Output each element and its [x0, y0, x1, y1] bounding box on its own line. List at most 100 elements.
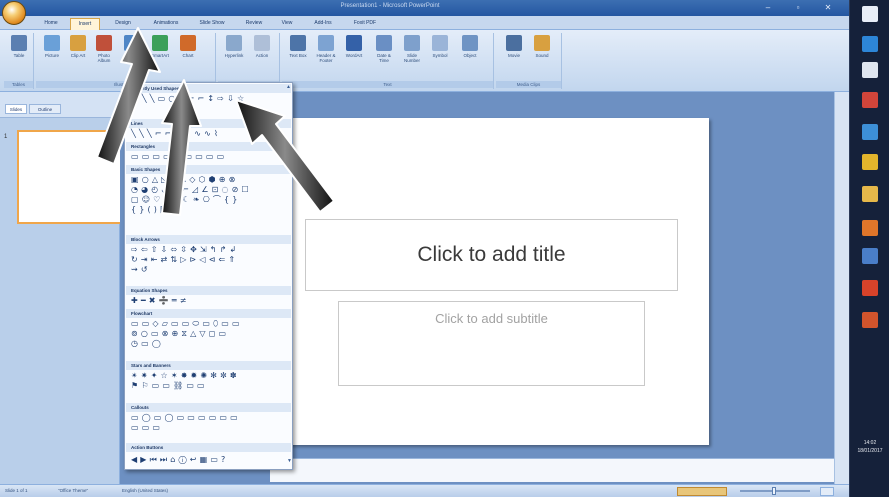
maximize-button[interactable]: ▫ — [790, 2, 806, 13]
shapes-button[interactable]: Shapes — [120, 35, 144, 79]
gallery-row[interactable]: ◔ ◕ ◴ ◡ ▤ ⌐ ◿ ∠ ⊡ ◌ ⊘ ☐ — [131, 185, 249, 194]
folder-icon[interactable] — [862, 186, 878, 202]
ribbon-tabs: Home Insert Design Animations Slide Show… — [0, 16, 849, 30]
gallery-row[interactable]: ▭ ▭ ◇ ▱ ▭ ▭ ⬭ ▭ ⬯ ▭ ▭ — [131, 319, 240, 328]
tab-slides[interactable]: Slides — [5, 104, 27, 114]
gallery-row[interactable]: ▢ ☺ ♡ ⚡ ☼ ☾ ❧ ⎔ ⌒ { } — [131, 195, 238, 204]
table-icon — [11, 35, 27, 51]
tab-view[interactable]: View — [274, 18, 300, 30]
fit-to-window-button[interactable] — [820, 487, 834, 496]
windows-icon[interactable] — [862, 6, 878, 22]
office-button[interactable] — [2, 1, 26, 25]
clock-date[interactable]: 18/01/2017 — [852, 448, 888, 454]
monitor-icon[interactable] — [862, 248, 878, 264]
zoom-slider-thumb[interactable] — [772, 487, 776, 495]
status-bar: Slide 1 of 1 "Office Theme" English (Uni… — [0, 484, 849, 497]
app-red-icon[interactable] — [862, 92, 878, 108]
picture-button[interactable]: Picture — [40, 35, 64, 79]
gallery-row[interactable]: ◷ ▭ ◯ — [131, 339, 161, 348]
store-icon[interactable] — [862, 62, 878, 78]
tab-home[interactable]: Home — [36, 18, 66, 30]
gallery-row[interactable]: ⊚ ○ ▭ ⊗ ⊕ ⧖ △ ▽ ◻ ▭ — [131, 329, 226, 338]
chrome-icon[interactable] — [862, 154, 878, 170]
action-icon — [254, 35, 270, 51]
table-button[interactable]: Table — [7, 35, 31, 79]
header-footer-button[interactable]: Header & Footer — [314, 35, 338, 79]
gallery-row[interactable]: ✚ ━ ✖ ➗ ═ ≠ — [131, 296, 187, 305]
action-button[interactable]: Action — [250, 35, 274, 79]
clip-art-button[interactable]: Clip Art — [66, 35, 90, 79]
mail-icon[interactable] — [862, 124, 878, 140]
clip-art-icon — [70, 35, 86, 51]
hyperlink-icon — [226, 35, 242, 51]
tab-review[interactable]: Review — [238, 18, 270, 30]
photo-album-button[interactable]: Photo Album — [92, 35, 116, 79]
title-placeholder[interactable]: Click to add title — [305, 219, 678, 291]
date-time-button[interactable]: Date & Time — [372, 35, 396, 79]
tab-add-ins[interactable]: Add-Ins — [306, 18, 340, 30]
close-button[interactable]: ✕ — [820, 2, 836, 13]
hyperlink-button[interactable]: Hyperlink — [222, 35, 246, 79]
windows-taskbar: 14:02 18/01/2017 — [849, 0, 889, 497]
section-lines: Lines — [126, 119, 291, 128]
status-theme: "Office Theme" — [58, 488, 89, 493]
office-icon[interactable] — [862, 280, 878, 296]
gallery-row[interactable]: ▭ ╲ ╲ ▭ ○ △ ⌐ ⌐ ↕ ⇨ ⇩ ☆ — [131, 94, 244, 103]
gallery-row[interactable]: ▭ ▭ ▭ ▭ ▭ ▭ ▭ ▭ ▭ — [131, 152, 224, 161]
tab-design[interactable]: Design — [106, 18, 140, 30]
minimize-button[interactable]: – — [760, 2, 776, 13]
gallery-row[interactable]: ╲ ╲ ╲ ⌐ ⌐ ↳ ↳ ∿ ∿ ⌇ — [131, 129, 218, 138]
title-bar: Presentation1 - Microsoft PowerPoint – ▫… — [0, 0, 849, 16]
sound-button[interactable]: Sound — [530, 35, 554, 79]
gallery-row[interactable]: ⇨ ⇦ ⇧ ⇩ ⬄ ⇳ ✥ ⇲ ↰ ↱ ↲ — [131, 245, 236, 254]
group-illustrations: Picture Clip Art Photo Album Shapes Smar… — [36, 33, 216, 89]
symbol-button[interactable]: Symbol — [428, 35, 452, 79]
picture-icon — [44, 35, 60, 51]
section-recently-used: Recently Used Shapes — [126, 84, 291, 93]
status-language[interactable]: English (United States) — [122, 488, 168, 493]
text-box-icon — [290, 35, 306, 51]
tab-slide-show[interactable]: Slide Show — [192, 18, 232, 30]
tab-insert[interactable]: Insert — [70, 18, 100, 30]
powerpoint-icon[interactable] — [862, 312, 878, 328]
tab-foxit-pdf[interactable]: Foxit PDF — [346, 18, 384, 30]
chart-button[interactable]: Chart — [176, 35, 200, 79]
photo-album-icon — [96, 35, 112, 51]
slide-number-icon — [404, 35, 420, 51]
orange-app-icon[interactable] — [862, 220, 878, 236]
slide-thumbnail[interactable] — [17, 130, 122, 224]
movie-button[interactable]: Movie — [502, 35, 526, 79]
text-box-button[interactable]: Text Box — [286, 35, 310, 79]
gallery-scroll-down-icon[interactable]: ▼ — [287, 458, 293, 464]
tab-animations[interactable]: Animations — [146, 18, 186, 30]
gallery-row[interactable]: ▣ ○ △ ◺ ▱ ⏢ ◇ ⬡ ⬢ ⊕ ⊗ — [131, 175, 236, 184]
section-equation-shapes: Equation Shapes — [126, 286, 291, 295]
gallery-row[interactable]: ▭ ◯ ▭ ◯ ▭ ▭ ▭ ▭ ▭ ▭ — [131, 413, 238, 422]
symbol-icon — [432, 35, 448, 51]
gallery-row[interactable]: ⇝ ↺ — [131, 265, 148, 274]
edge-icon[interactable] — [862, 36, 878, 52]
object-button[interactable]: Object — [458, 35, 482, 79]
gallery-row[interactable]: { } ( ) [ ] — [131, 205, 170, 214]
tab-outline[interactable]: Outline — [29, 104, 61, 114]
gallery-scroll-up-icon[interactable]: ▲ — [286, 84, 292, 90]
gallery-row[interactable]: ◀ ▶ ⏮ ⏭ ⌂ ⓘ ↩ ▦ ▭ ? — [131, 455, 226, 464]
clock-time[interactable]: 14:02 — [852, 440, 888, 446]
smartart-button[interactable]: SmartArt — [148, 35, 172, 79]
wordart-button[interactable]: WordArt — [342, 35, 366, 79]
slide-canvas[interactable]: Click to add title Click to add subtitle — [270, 118, 709, 445]
subtitle-placeholder[interactable]: Click to add subtitle — [338, 301, 645, 386]
sound-icon — [534, 35, 550, 51]
slide-number-button[interactable]: Slide Number — [400, 35, 424, 79]
gallery-row[interactable]: ▭ ▭ ▭ — [131, 423, 160, 432]
vertical-scrollbar[interactable] — [834, 92, 849, 484]
movie-icon — [506, 35, 522, 51]
gallery-row[interactable]: ↻ ⇥ ⇤ ⇄ ⇅ ▷ ⊳ ◁ ⊲ ⇐ ⇑ — [131, 255, 235, 264]
group-tables: Table Tables — [4, 33, 34, 89]
gallery-row[interactable]: ⚑ ⚐ ▭ ▭ ⛓ ▭ ▭ — [131, 381, 205, 390]
group-links: Hyperlink Action Links — [218, 33, 280, 89]
notes-pane[interactable] — [270, 458, 849, 482]
view-buttons[interactable] — [677, 487, 727, 496]
wordart-icon — [346, 35, 362, 51]
gallery-row[interactable]: ✴ ✷ ✦ ☆ ✶ ✸ ✹ ✺ ✻ ✼ ✽ — [131, 371, 237, 380]
